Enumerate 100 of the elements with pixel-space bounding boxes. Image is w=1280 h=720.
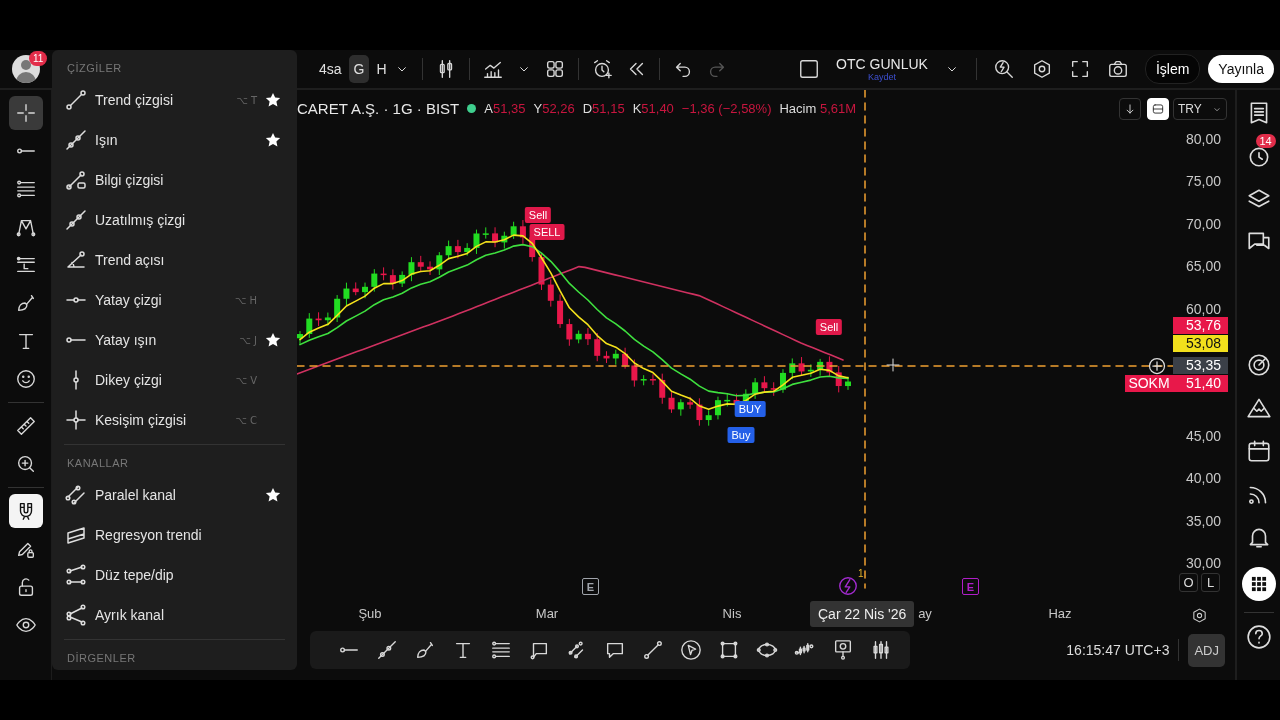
candle	[724, 393, 731, 407]
candle	[547, 279, 554, 307]
candle	[297, 331, 303, 345]
menu-item[interactable]: Regresyon trendi	[52, 515, 297, 555]
trend-line-icon	[64, 88, 88, 112]
candle	[306, 313, 313, 338]
time-label: Mar	[535, 606, 559, 621]
signal-label: Buy	[727, 427, 755, 443]
help-icon[interactable]	[1245, 624, 1272, 650]
earnings-marker[interactable]: E	[582, 578, 599, 595]
candle	[826, 356, 833, 377]
price-label: 30,00	[1185, 556, 1221, 571]
clock-time: 16:15:47 UTC+3	[1066, 642, 1170, 658]
candle	[622, 347, 629, 369]
symbol-title[interactable]: CARET A.Ş. · 1G · BIST	[297, 100, 460, 117]
plus-circle-icon[interactable]	[1147, 356, 1167, 376]
signal-label: Sell	[815, 319, 843, 335]
trend-line-icon[interactable]	[642, 639, 664, 661]
candle	[761, 376, 768, 394]
candles-icon[interactable]	[870, 639, 892, 661]
menu-item[interactable]: Yatay çizgi ⌥ H	[52, 280, 297, 320]
ray-icon	[64, 128, 88, 152]
interval-tab[interactable]: G	[348, 55, 370, 83]
menu-item[interactable]: Işın	[52, 120, 297, 160]
vertical-line-icon	[72, 368, 80, 392]
candle	[501, 231, 508, 249]
time-label: Nis	[722, 606, 742, 621]
publish-button[interactable]: Yayınla	[1208, 55, 1274, 83]
info-line-icon	[64, 168, 88, 192]
price-label: 40,00	[1185, 471, 1221, 486]
apps-grid-icon[interactable]	[1241, 567, 1276, 601]
checkbox-icon[interactable]	[798, 58, 821, 80]
interval-tab[interactable]: 4sa	[314, 55, 347, 83]
price-label-icon[interactable]	[832, 639, 854, 661]
shortcut-hint: ⌥ T	[236, 94, 257, 106]
candle	[677, 399, 684, 416]
magnet-icon[interactable]	[8, 494, 43, 528]
brush-icon[interactable]	[414, 639, 436, 661]
candle	[752, 378, 759, 399]
menu-item[interactable]: Yatay ışın ⌥ J	[52, 320, 297, 360]
time-label: Şub	[358, 606, 382, 621]
menu-item[interactable]: Dikey çizgi ⌥ V	[52, 360, 297, 400]
shortcut-hint: ⌥ C	[235, 414, 257, 426]
layout-name[interactable]: OTC GUNLUK	[836, 56, 928, 71]
adjust-button[interactable]: ADJ	[1188, 633, 1225, 667]
candle	[612, 349, 619, 365]
menu-item[interactable]: Bilgi çizgisi	[52, 160, 297, 200]
volume-value: Hacim 5,61M	[779, 101, 857, 116]
price-label: 60,00	[1185, 301, 1221, 316]
trade-button[interactable]: İşlem	[1144, 54, 1201, 84]
price-label: 70,00	[1185, 216, 1221, 231]
currency-dropdown[interactable]: TRY	[1173, 98, 1227, 120]
candle	[835, 365, 842, 393]
candle	[584, 328, 591, 346]
shortcut-hint: ⌥ V	[235, 374, 257, 386]
candle	[334, 294, 341, 323]
scale-button[interactable]: O	[1179, 573, 1198, 592]
candle	[371, 269, 378, 292]
candle	[594, 332, 601, 362]
parallel-lines-icon[interactable]	[490, 639, 512, 661]
section-heading: KANALLAR	[66, 456, 130, 471]
candle	[454, 239, 461, 259]
horizontal-ray-icon	[64, 336, 88, 344]
candle	[482, 227, 489, 239]
radar-icon[interactable]	[1245, 352, 1272, 378]
settings-icon[interactable]	[1191, 607, 1208, 624]
ray-icon[interactable]	[376, 639, 398, 661]
flat-top-icon	[64, 563, 88, 587]
cursor-circle-icon[interactable]	[680, 639, 702, 661]
crosshair-icon[interactable]	[8, 96, 43, 130]
price-change: −1,36 (−2,58%)	[681, 101, 772, 116]
candle	[807, 364, 814, 377]
menu-item[interactable]: Trend çizgisi ⌥ T	[52, 80, 297, 120]
lightning-circle-icon[interactable]	[837, 575, 859, 597]
menu-item[interactable]: Düz tepe/dip	[52, 555, 297, 595]
quick-search-icon[interactable]	[992, 58, 1015, 80]
menu-item[interactable]: Ayrık kanal	[52, 595, 297, 635]
candle	[538, 253, 545, 291]
interval-tab[interactable]: H	[371, 55, 392, 83]
notification-badge: 11	[29, 51, 48, 66]
ohlc-value: Y52,26	[533, 101, 575, 116]
earnings-marker[interactable]: E	[962, 578, 979, 595]
menu-item[interactable]: Paralel kanal	[52, 475, 297, 515]
candle	[324, 312, 331, 326]
alerts-badge: 14	[1255, 134, 1276, 148]
candle	[687, 396, 694, 409]
extended-line-icon	[64, 208, 88, 232]
scale-button[interactable]: L	[1201, 573, 1220, 592]
arrow-down-icon[interactable]	[1119, 98, 1141, 120]
section-heading: ÇİZGİLER	[66, 61, 123, 76]
rectangle-icon[interactable]	[718, 639, 740, 661]
menu-item[interactable]: Trend açısı	[52, 240, 297, 280]
menu-item[interactable]: Kesişim çizgisi ⌥ C	[52, 400, 297, 440]
auto-fit-icon[interactable]	[1147, 98, 1169, 120]
menu-item[interactable]: Uzatılmış çizgi	[52, 200, 297, 240]
horizontal-line-icon	[64, 296, 88, 304]
calendar-icon[interactable]	[1245, 438, 1272, 464]
camera-icon[interactable]	[1106, 58, 1129, 80]
candle	[557, 294, 564, 328]
candle	[575, 330, 582, 344]
